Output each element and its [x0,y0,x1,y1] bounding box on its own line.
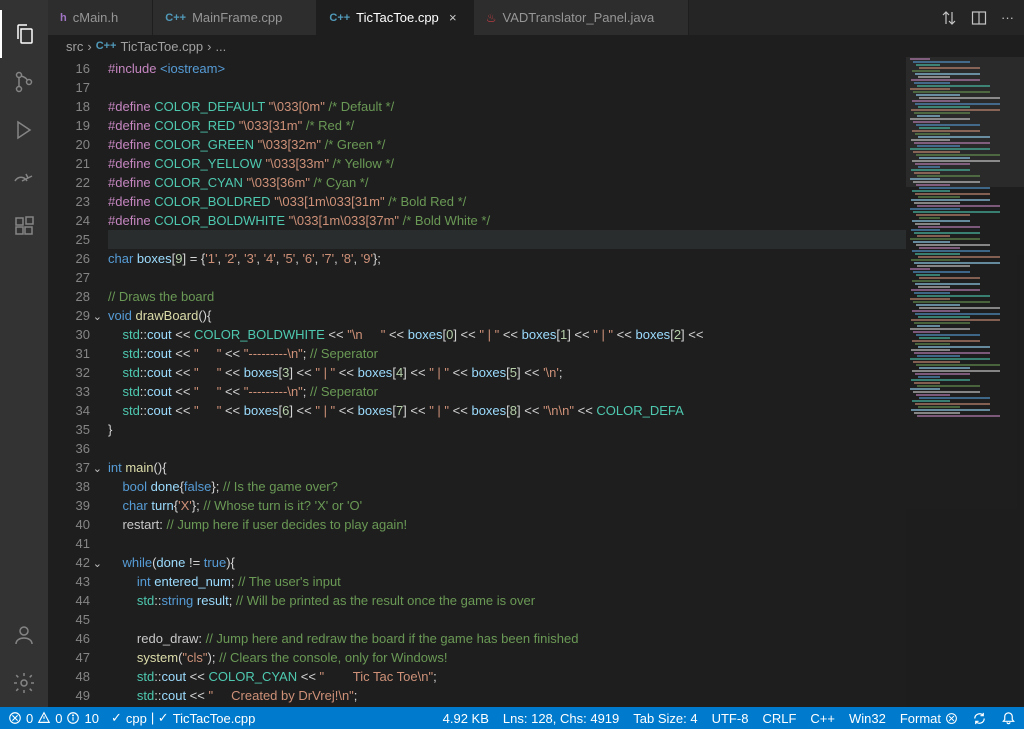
compare-icon[interactable] [941,10,957,26]
run-debug-icon[interactable] [0,106,48,154]
minimap[interactable] [906,57,1024,707]
source-control-icon[interactable] [0,58,48,106]
status-format[interactable]: Format [900,711,958,726]
status-language[interactable]: C++ [810,711,835,726]
cpp-icon: C++ [329,12,350,24]
tab-label: cMain.h [73,10,119,25]
tab-label: TicTacToe.cpp [356,10,439,25]
status-bar: 0 0 10 ✓ cpp | ✓ TicTacToe.cpp 4.92 KB L… [0,707,1024,729]
status-lang-check[interactable]: ✓ cpp | ✓ TicTacToe.cpp [111,710,255,726]
status-sync-icon[interactable] [972,711,987,726]
remote-icon[interactable] [0,154,48,202]
status-eol[interactable]: CRLF [762,711,796,726]
tab-cmain-h[interactable]: hcMain.h× [48,0,153,35]
fold-icon[interactable]: ⌄ [93,460,102,479]
status-tabsize[interactable]: Tab Size: 4 [633,711,697,726]
tab-tictactoe-cpp[interactable]: C++ TicTacToe.cpp × [317,0,473,35]
cpp-icon: C++ [165,12,186,24]
breadcrumb-folder[interactable]: src [66,39,83,54]
breadcrumb-file[interactable]: TicTacToe.cpp [120,39,203,54]
explorer-icon[interactable] [0,10,48,58]
code-area[interactable]: #include <iostream> #define COLOR_DEFAUL… [108,57,1024,707]
status-errors[interactable]: 0 0 10 [8,711,99,726]
extensions-icon[interactable] [0,202,48,250]
fold-icon[interactable]: ⌄ [93,555,102,574]
chevron-right-icon: › [87,39,91,54]
breadcrumb-more[interactable]: ... [215,39,226,54]
tab-vadtranslator_panel-java[interactable]: ♨VADTranslator_Panel.java× [474,0,690,35]
editor-actions: ··· [931,0,1024,35]
tab-label: MainFrame.cpp [192,10,282,25]
h-icon: h [60,12,67,24]
split-editor-icon[interactable] [971,10,987,26]
tab-bar: hcMain.h×C++MainFrame.cpp×C++TicTacToe.c… [48,0,1024,35]
account-icon[interactable] [0,611,48,659]
cpp-icon: C++ [96,40,117,52]
settings-gear-icon[interactable] [0,659,48,707]
fold-icon[interactable]: ⌄ [93,308,102,327]
chevron-right-icon: › [207,39,211,54]
breadcrumb[interactable]: src › C++ TicTacToe.cpp › ... [48,35,1024,57]
status-filesize[interactable]: 4.92 KB [443,711,489,726]
java-icon: ♨ [486,11,497,25]
status-encoding[interactable]: UTF-8 [712,711,749,726]
activity-bar [0,0,48,707]
editor[interactable]: 1617181920212223242526272829⌄30313233343… [48,57,1024,707]
tab-mainframe-cpp[interactable]: C++MainFrame.cpp× [153,0,317,35]
tab-label: VADTranslator_Panel.java [503,10,655,25]
more-actions-icon[interactable]: ··· [1001,10,1014,25]
status-platform[interactable]: Win32 [849,711,886,726]
status-lines-chars[interactable]: Lns: 128, Chs: 4919 [503,711,619,726]
close-icon[interactable]: × [445,10,461,25]
status-bell-icon[interactable] [1001,711,1016,726]
line-gutter: 1617181920212223242526272829⌄30313233343… [48,57,108,707]
